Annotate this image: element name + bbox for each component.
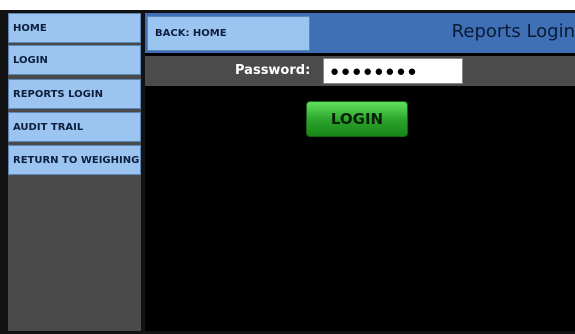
- sidebar-item-label: REPORTS LOGIN: [13, 88, 103, 100]
- sidebar-item-label: AUDIT TRAIL: [13, 121, 84, 133]
- login-button-label: LOGIN: [330, 110, 384, 128]
- sidebar-item-return-to-weighing[interactable]: RETURN TO WEIGHING: [8, 145, 141, 175]
- main-panel: BACK: HOME Reports Login Password: LOGIN: [145, 13, 575, 331]
- sidebar-item-label: HOME: [13, 22, 47, 34]
- back-home-button[interactable]: BACK: HOME: [147, 16, 310, 51]
- back-button-label: BACK: HOME: [155, 28, 227, 39]
- password-field[interactable]: [323, 58, 463, 84]
- sidebar-item-login[interactable]: LOGIN: [8, 45, 141, 75]
- header-bar: BACK: HOME Reports Login: [145, 13, 575, 53]
- sidebar: HOME LOGIN REPORTS LOGIN AUDIT TRAIL RET…: [8, 13, 141, 331]
- sidebar-item-reports-login[interactable]: REPORTS LOGIN: [8, 79, 141, 109]
- sidebar-item-label: LOGIN: [13, 54, 48, 66]
- login-button[interactable]: LOGIN: [306, 101, 408, 137]
- password-bar: Password:: [145, 56, 575, 86]
- sidebar-item-label: RETURN TO WEIGHING: [13, 154, 140, 166]
- sidebar-item-home[interactable]: HOME: [8, 13, 141, 43]
- page-title: Reports Login: [451, 21, 575, 42]
- sidebar-item-audit-trail[interactable]: AUDIT TRAIL: [8, 112, 141, 142]
- password-label: Password:: [235, 63, 311, 78]
